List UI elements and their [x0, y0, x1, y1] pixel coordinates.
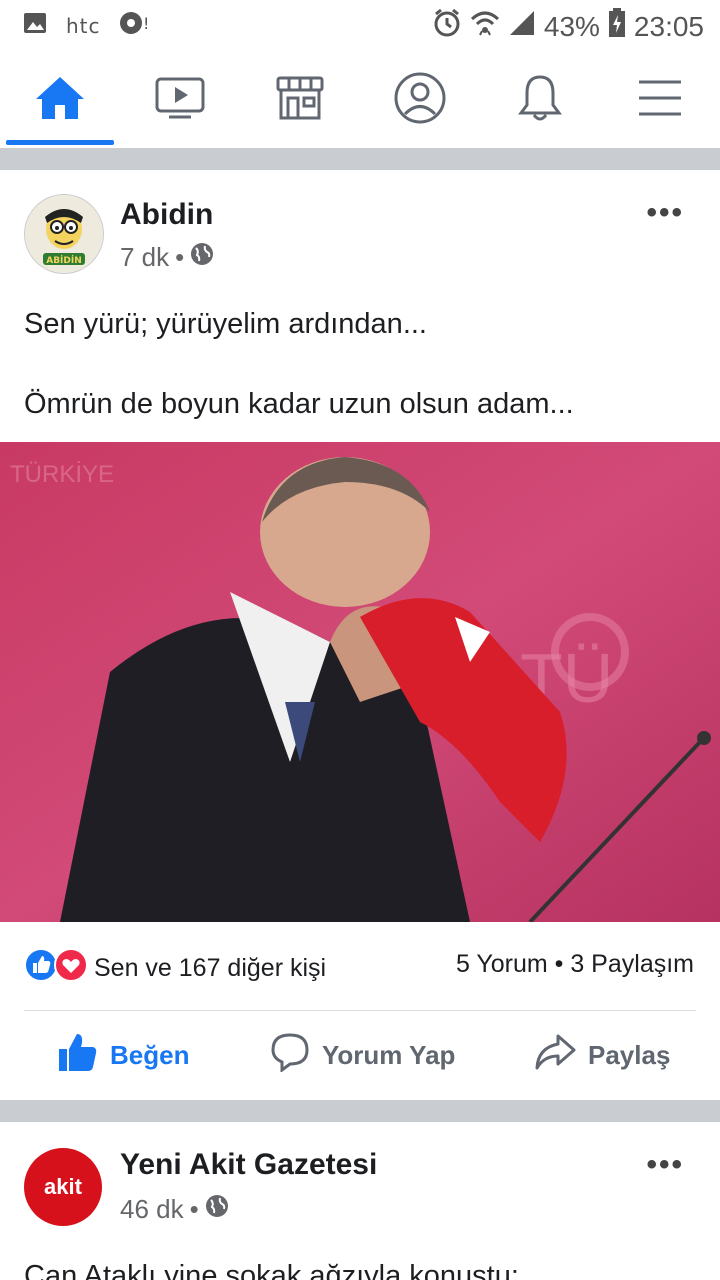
- tab-notifications[interactable]: [480, 52, 600, 148]
- comments-shares-count[interactable]: 5 Yorum • 3 Paylaşım: [456, 950, 694, 979]
- status-bar: htc ! 43% 23:05: [0, 0, 720, 52]
- notifications-icon: [517, 73, 563, 128]
- reactions-summary[interactable]: Sen ve 167 diğer kişi: [24, 948, 326, 989]
- post-options-button[interactable]: •••: [646, 196, 684, 230]
- profile-icon: [393, 71, 447, 130]
- alarm-icon: [432, 8, 462, 45]
- post-author[interactable]: Abidin: [120, 198, 213, 232]
- menu-icon: [637, 78, 683, 123]
- wifi-icon: [470, 9, 500, 44]
- like-reaction-icon: [24, 948, 58, 989]
- tab-marketplace[interactable]: [240, 52, 360, 148]
- home-icon: [34, 75, 86, 126]
- avatar-label: akit: [44, 1174, 82, 1199]
- comment-label: Yorum Yap: [322, 1039, 456, 1070]
- post-text-line-1: Sen yürü; yürüyelim ardından...: [24, 308, 427, 340]
- tab-menu[interactable]: [600, 52, 720, 148]
- comment-button[interactable]: Yorum Yap: [270, 1030, 455, 1080]
- tab-profile[interactable]: [360, 52, 480, 148]
- marketplace-icon: [274, 74, 326, 127]
- post-author[interactable]: Yeni Akit Gazetesi: [120, 1148, 377, 1182]
- status-left: htc !: [22, 10, 151, 41]
- clock: 23:05: [633, 10, 704, 42]
- carrier-label: htc: [66, 13, 101, 38]
- tab-watch[interactable]: [120, 52, 240, 148]
- share-icon: [534, 1032, 576, 1079]
- meta-dot: •: [189, 1194, 199, 1224]
- share-label: Paylaş: [588, 1039, 671, 1070]
- status-right: 43% 23:05: [432, 8, 704, 45]
- globe-icon: [190, 242, 214, 273]
- signal-icon: [508, 9, 536, 44]
- image-icon: [22, 10, 48, 41]
- svg-text:TÜRKİYE: TÜRKİYE: [10, 461, 114, 488]
- like-label: Beğen: [110, 1039, 190, 1070]
- post-text-line-2: Ömrün de boyun kadar uzun olsun adam...: [24, 388, 574, 420]
- love-reaction-icon: [54, 948, 88, 989]
- avatar[interactable]: akit: [24, 1148, 102, 1226]
- battery-percent: 43%: [543, 10, 600, 42]
- feed-post: akit Yeni Akit Gazetesi 46 dk • ••• Can …: [0, 1122, 720, 1280]
- actions-divider: [24, 1010, 696, 1011]
- vodafone-icon: !: [119, 10, 151, 41]
- post-options-button[interactable]: •••: [646, 1148, 684, 1182]
- avatar-label: ABİDİN: [46, 255, 82, 266]
- top-nav-bar: [0, 52, 720, 149]
- share-button[interactable]: Paylaş: [534, 1030, 670, 1080]
- post-time[interactable]: 7 dk: [120, 242, 169, 273]
- tab-home[interactable]: [0, 52, 120, 148]
- post-time[interactable]: 46 dk: [120, 1194, 184, 1225]
- meta-dot: •: [175, 242, 185, 272]
- feed-separator: [0, 1100, 720, 1122]
- battery-charging-icon: [608, 8, 626, 45]
- post-text-line-1: Can Ataklı yine sokak ağzıyla konuştu:: [24, 1260, 519, 1280]
- like-button[interactable]: Beğen: [56, 1030, 189, 1080]
- feed-separator: [0, 148, 720, 170]
- reactions-text: Sen ve 167 diğer kişi: [94, 954, 327, 982]
- active-tab-indicator: [6, 140, 114, 145]
- comment-icon: [270, 1032, 310, 1079]
- post-meta: 46 dk •: [120, 1194, 229, 1225]
- svg-text:!: !: [143, 14, 149, 33]
- avatar[interactable]: ABİDİN: [24, 194, 104, 274]
- post-meta: 7 dk •: [120, 242, 214, 273]
- globe-icon: [205, 1194, 229, 1225]
- thumbs-up-icon: [56, 1031, 98, 1080]
- watch-icon: [155, 75, 205, 126]
- post-photo[interactable]: TÜRKİYE TÜ: [0, 442, 720, 922]
